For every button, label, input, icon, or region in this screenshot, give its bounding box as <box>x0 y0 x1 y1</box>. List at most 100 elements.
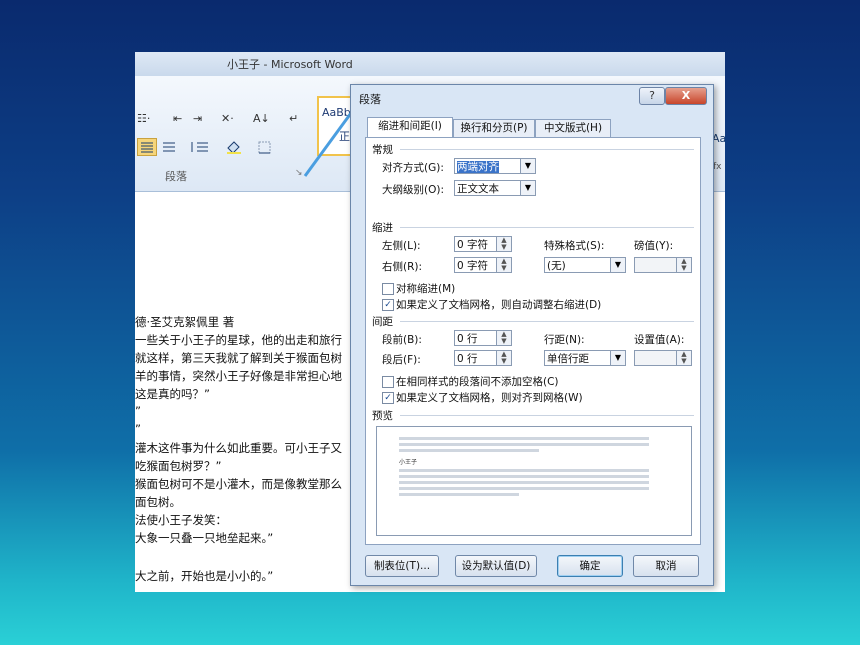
doc-line: ” <box>135 422 141 436</box>
preview-line <box>399 443 649 446</box>
line-spacing-label: 行距(N): <box>544 334 585 346</box>
preview-line <box>399 493 519 496</box>
indent-left-label: 左侧(L): <box>382 240 421 252</box>
divider <box>400 227 694 228</box>
style-name: 正 <box>339 130 350 143</box>
tab-stops-button[interactable]: 制表位(T)... <box>365 555 439 577</box>
indent-left-value: 0 字符 <box>457 239 489 251</box>
cancel-button[interactable]: 取消 <box>633 555 699 577</box>
snap-to-grid-checkbox[interactable]: ✓ <box>382 392 394 404</box>
chevron-down-icon: ▼ <box>610 258 625 272</box>
chinese-layout-button[interactable]: ✕· <box>221 112 234 125</box>
doc-line: ” <box>135 404 141 418</box>
spinner-icon[interactable]: ▲ ▼ <box>496 331 511 345</box>
indent-right-label: 右侧(R): <box>382 261 423 273</box>
preview-line <box>399 487 649 490</box>
auto-right-indent-label: 如果定义了文档网格，则自动调整右缩进(D) <box>396 299 602 311</box>
doc-line: 德·圣艾克絮佩里 著 <box>135 315 235 329</box>
alignment-label: 对齐方式(G): <box>382 162 444 174</box>
no-space-same-style-checkbox[interactable] <box>382 376 394 388</box>
distributed-button[interactable] <box>159 138 179 156</box>
preview-line <box>399 449 539 452</box>
line-spacing-value: 单倍行距 <box>547 353 589 365</box>
snap-to-grid-label: 如果定义了文档网格，则对齐到网格(W) <box>396 392 583 404</box>
decrease-indent-button[interactable]: ⇤ <box>173 112 182 125</box>
window-titlebar: 小王子 - Microsoft Word <box>135 52 725 76</box>
outline-level-label: 大纲级别(O): <box>382 184 444 196</box>
indent-right-input[interactable]: 0 字符 ▲ ▼ <box>454 257 512 273</box>
preview-section-label: 预览 <box>372 410 393 422</box>
shading-button[interactable] <box>223 138 251 156</box>
bullet-list-button[interactable]: ☷· <box>137 112 150 125</box>
window-title: 小王子 - Microsoft Word <box>227 58 353 71</box>
divider <box>400 149 694 150</box>
borders-icon <box>258 141 271 154</box>
spinner-icon[interactable]: ▲ ▼ <box>496 258 511 272</box>
outline-level-select[interactable]: 正文文本 ▼ <box>454 180 536 196</box>
tab-indent-spacing[interactable]: 缩进和间距(I) <box>367 117 453 137</box>
justify-button[interactable] <box>137 138 157 156</box>
mirror-indent-label: 对称缩进(M) <box>396 283 456 295</box>
distributed-icon <box>163 142 175 152</box>
sort-button[interactable]: A↓ <box>253 112 270 125</box>
borders-button[interactable] <box>255 138 283 156</box>
spinner-icon[interactable]: ▲ ▼ <box>496 237 511 251</box>
paragraph-dialog: 段落 ? X 缩进和间距(I) 换行和分页(P) 中文版式(H) 常规 对齐方式… <box>350 84 714 586</box>
tab-asian-typography[interactable]: 中文版式(H) <box>535 119 611 137</box>
justify-icon <box>141 142 153 153</box>
set-default-button[interactable]: 设为默认值(D) <box>455 555 537 577</box>
paragraph-group-label: 段落 <box>165 170 187 183</box>
doc-line: 这是真的吗？” <box>135 387 210 401</box>
space-before-value: 0 行 <box>457 333 478 345</box>
space-after-value: 0 行 <box>457 353 478 365</box>
doc-line: 猴面包树可不是小灌木，而是像教堂那么 <box>135 477 342 491</box>
indent-right-value: 0 字符 <box>457 260 489 272</box>
doc-line: 一些关于小王子的星球，他的出走和旅行 <box>135 333 342 347</box>
spacing-at-label: 设置值(A): <box>634 334 685 346</box>
spinner-icon[interactable]: ▲ ▼ <box>676 258 691 272</box>
indent-by-input[interactable]: ▲ ▼ <box>634 257 692 273</box>
spacing-section-label: 间距 <box>372 316 393 328</box>
alignment-select[interactable]: 两端对齐 ▼ <box>454 158 536 174</box>
preview-sample-text: 小王子 <box>399 459 418 466</box>
close-button[interactable]: X <box>665 87 707 105</box>
preview-box: 小王子 <box>376 426 692 536</box>
doc-line: 灌木这件事为什么如此重要。可小王子又 <box>135 441 342 455</box>
increase-indent-button[interactable]: ⇥ <box>193 112 202 125</box>
chevron-down-icon: ▼ <box>610 351 625 365</box>
paint-bucket-icon <box>227 141 241 154</box>
preview-line <box>399 469 649 472</box>
space-before-input[interactable]: 0 行 ▲ ▼ <box>454 330 512 346</box>
ok-button[interactable]: 确定 <box>557 555 623 577</box>
alignment-value: 两端对齐 <box>457 161 499 173</box>
spinner-icon[interactable]: ▲ ▼ <box>676 351 691 365</box>
paragraph-launcher-icon[interactable]: ↘ <box>295 168 303 178</box>
chevron-down-icon: ▼ <box>520 159 535 173</box>
help-button[interactable]: ? <box>639 87 665 105</box>
line-spacing-select[interactable]: 单倍行距 ▼ <box>544 350 626 366</box>
preview-line <box>399 475 649 478</box>
line-spacing-icon <box>191 142 208 152</box>
spinner-icon[interactable]: ▲ ▼ <box>496 351 511 365</box>
indent-left-input[interactable]: 0 字符 ▲ ▼ <box>454 236 512 252</box>
preview-line <box>399 437 649 440</box>
line-spacing-button[interactable] <box>187 138 215 156</box>
general-section-label: 常规 <box>372 144 393 156</box>
tab-panel: 常规 对齐方式(G): 两端对齐 ▼ 大纲级别(O): 正文文本 ▼ 缩进 左侧… <box>365 137 701 545</box>
tab-line-page-breaks[interactable]: 换行和分页(P) <box>453 119 535 137</box>
ribbon-right-hint: fx <box>713 162 722 172</box>
spacing-at-input[interactable]: ▲ ▼ <box>634 350 692 366</box>
outline-level-value: 正文文本 <box>457 183 499 195</box>
preview-line <box>399 481 649 484</box>
space-before-label: 段前(B): <box>382 334 422 346</box>
divider <box>400 321 694 322</box>
auto-right-indent-checkbox[interactable]: ✓ <box>382 299 394 311</box>
show-marks-button[interactable]: ↵ <box>289 112 298 125</box>
doc-line: 法使小王子发笑： <box>135 513 227 527</box>
mirror-indent-checkbox[interactable] <box>382 283 394 295</box>
doc-line: 羊的事情，突然小王子好像是非常担心地 <box>135 369 342 383</box>
indent-section-label: 缩进 <box>372 222 393 234</box>
space-after-input[interactable]: 0 行 ▲ ▼ <box>454 350 512 366</box>
dialog-title: 段落 <box>359 93 381 106</box>
special-indent-select[interactable]: (无) ▼ <box>544 257 626 273</box>
